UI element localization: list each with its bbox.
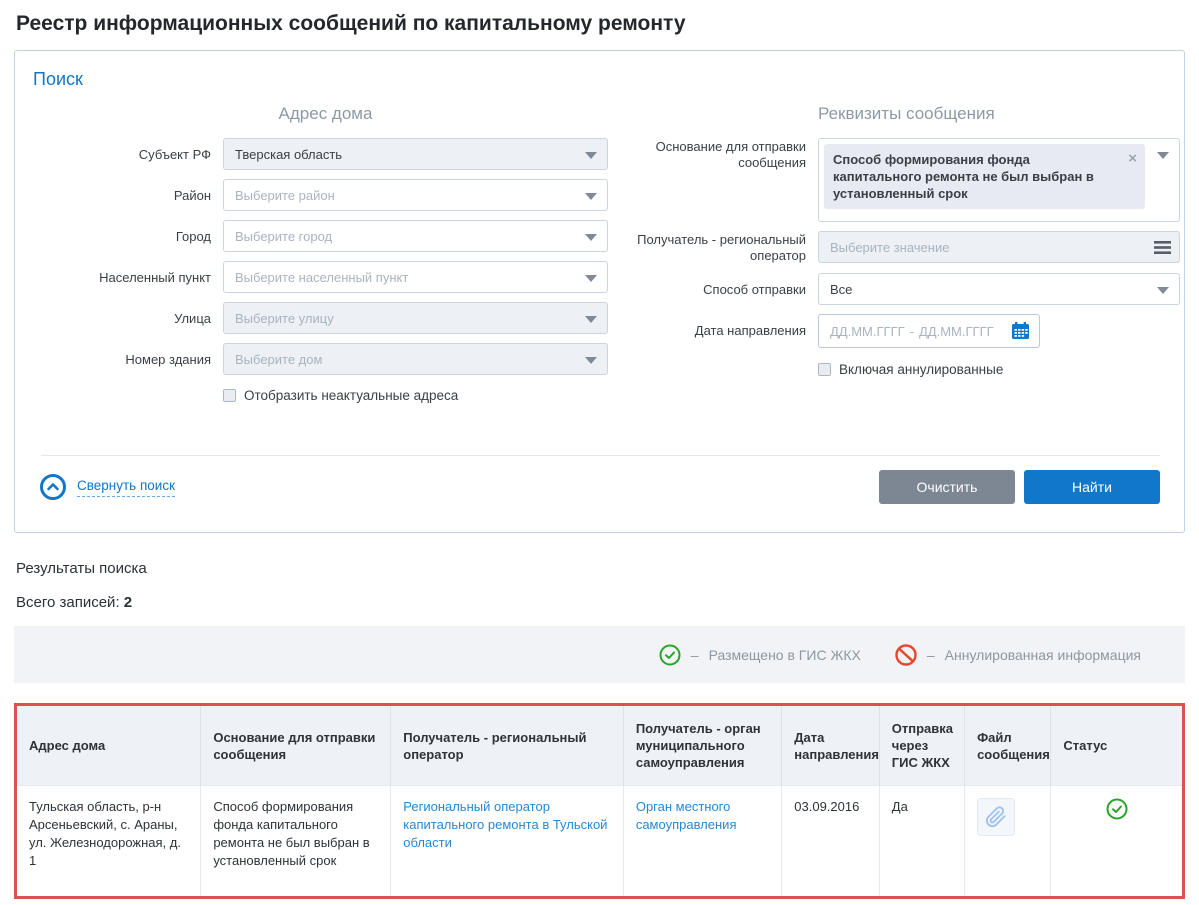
street-select[interactable]: Выберите улицу (223, 302, 608, 334)
send-reason-multiselect[interactable]: Способ формирования фонда капитального р… (818, 138, 1180, 222)
chevron-down-icon (585, 275, 597, 282)
chevron-down-icon (585, 152, 597, 159)
send-date-range-input[interactable]: ДД.ММ.ГГГГ - ДД.ММ.ГГГГ (818, 314, 1040, 348)
date-range-separator: - (910, 324, 914, 339)
district-label: Район (33, 179, 211, 204)
header-status: Статус (1051, 706, 1182, 786)
cell-address: Тульская область, р-н Арсеньевский, с. А… (17, 786, 201, 897)
results-total: Всего записей: 2 (0, 577, 1199, 611)
results-table-highlight: Адрес дома Основание для отправки сообще… (14, 703, 1185, 899)
header-message-file: Файл сообщения (965, 706, 1051, 786)
chevron-up-circle-icon (39, 473, 67, 501)
chevron-down-icon (585, 193, 597, 200)
send-reason-label: Основание для отправки сообщения (631, 138, 806, 171)
building-number-placeholder: Выберите дом (235, 352, 322, 367)
settlement-select[interactable]: Выберите населенный пункт (223, 261, 608, 293)
chevron-down-icon (585, 234, 597, 241)
chevron-down-icon (585, 357, 597, 364)
collapse-search-label: Свернуть поиск (77, 478, 175, 497)
send-reason-chip-text: Способ формирования фонда капитального р… (833, 152, 1094, 201)
message-form-column: Реквизиты сообщения Основание для отправ… (631, 104, 1180, 409)
chevron-down-icon (1157, 287, 1169, 294)
street-placeholder: Выберите улицу (235, 311, 334, 326)
send-date-label: Дата направления (631, 314, 806, 339)
include-annulled-checkbox[interactable] (818, 363, 831, 376)
header-send-date: Дата направления (782, 706, 880, 786)
legend-dash: – (927, 647, 935, 663)
date-to-placeholder: ДД.ММ.ГГГГ (919, 324, 994, 339)
table-row: Тульская область, р-н Арсеньевский, с. А… (17, 786, 1182, 897)
remove-chip-icon[interactable]: × (1128, 151, 1137, 166)
paperclip-icon (985, 806, 1007, 828)
clear-button[interactable]: Очистить (879, 470, 1015, 504)
results-title: Результаты поиска (0, 533, 1199, 577)
street-label: Улица (33, 302, 211, 327)
cell-reason: Способ формирования фонда капитального р… (201, 786, 391, 897)
send-method-label: Способ отправки (631, 273, 806, 298)
address-form-column: Адрес дома Субъект РФ Тверская область Р… (33, 104, 613, 409)
attachment-button[interactable] (977, 798, 1015, 836)
chevron-down-icon (1157, 152, 1169, 159)
recipient-operator-label: Получатель - региональный оператор (631, 231, 806, 264)
settlement-label: Населенный пункт (33, 261, 211, 286)
search-panel: Поиск Адрес дома Субъект РФ Тверская обл… (14, 50, 1185, 533)
legend-posted-text: Размещено в ГИС ЖКХ (709, 647, 861, 663)
address-section-heading: Адрес дома (33, 104, 618, 124)
send-method-value: Все (830, 282, 852, 297)
subject-rf-value: Тверская область (235, 147, 342, 162)
header-recipient-municipal: Получатель - орган муниципального самоуп… (623, 706, 781, 786)
posted-check-icon (659, 644, 681, 666)
show-inactive-addresses-checkbox[interactable] (223, 389, 236, 402)
header-address: Адрес дома (17, 706, 201, 786)
collapse-search-link[interactable]: Свернуть поиск (39, 473, 175, 501)
results-table: Адрес дома Основание для отправки сообще… (17, 706, 1182, 896)
send-reason-chip: Способ формирования фонда капитального р… (824, 144, 1145, 209)
cell-send-date: 03.09.2016 (782, 786, 880, 897)
district-select[interactable]: Выберите район (223, 179, 608, 211)
chevron-down-icon (585, 316, 597, 323)
annulled-slash-icon (895, 644, 917, 666)
find-button[interactable]: Найти (1024, 470, 1160, 504)
legend-item-posted: – Размещено в ГИС ЖКХ (659, 644, 861, 666)
city-label: Город (33, 220, 211, 245)
header-reason: Основание для отправки сообщения (201, 706, 391, 786)
message-section-heading: Реквизиты сообщения (631, 104, 1180, 124)
building-number-label: Номер здания (33, 343, 211, 368)
page: Реестр информационных сообщений по капит… (0, 0, 1199, 899)
building-number-select[interactable]: Выберите дом (223, 343, 608, 375)
include-annulled-label: Включая аннулированные (839, 362, 1003, 377)
subject-rf-select[interactable]: Тверская область (223, 138, 608, 170)
recipient-operator-select[interactable]: Выберите значение (818, 231, 1180, 263)
recipient-operator-placeholder: Выберите значение (830, 240, 949, 255)
send-method-select[interactable]: Все (818, 273, 1180, 305)
header-recipient-operator: Получатель - региональный оператор (391, 706, 624, 786)
city-placeholder: Выберите город (235, 229, 332, 244)
subject-rf-label: Субъект РФ (33, 138, 211, 163)
results-total-label: Всего записей: (16, 594, 120, 611)
header-via-gis: Отправка через ГИС ЖКХ (879, 706, 964, 786)
results-total-value: 2 (124, 594, 132, 611)
legend-item-annulled: – Аннулированная информация (895, 644, 1141, 666)
cell-municipal-link[interactable]: Орган местного самоуправления (636, 799, 737, 832)
district-placeholder: Выберите район (235, 188, 335, 203)
date-from-placeholder: ДД.ММ.ГГГГ (830, 324, 905, 339)
hamburger-icon (1154, 240, 1171, 255)
table-header-row: Адрес дома Основание для отправки сообще… (17, 706, 1182, 786)
show-inactive-addresses-label: Отобразить неактуальные адреса (244, 388, 458, 403)
page-title: Реестр информационных сообщений по капит… (0, 10, 1199, 50)
legend-annulled-text: Аннулированная информация (945, 647, 1141, 663)
cell-operator-link[interactable]: Региональный оператор капитального ремон… (403, 799, 607, 850)
status-posted-icon (1106, 808, 1128, 823)
city-select[interactable]: Выберите город (223, 220, 608, 252)
cell-via-gis: Да (879, 786, 964, 897)
status-legend-bar: – Размещено в ГИС ЖКХ – Аннулированная и… (14, 626, 1185, 683)
legend-dash: – (691, 647, 699, 663)
search-panel-title: Поиск (33, 69, 1160, 90)
calendar-icon[interactable] (1011, 322, 1030, 340)
settlement-placeholder: Выберите населенный пункт (235, 270, 408, 285)
